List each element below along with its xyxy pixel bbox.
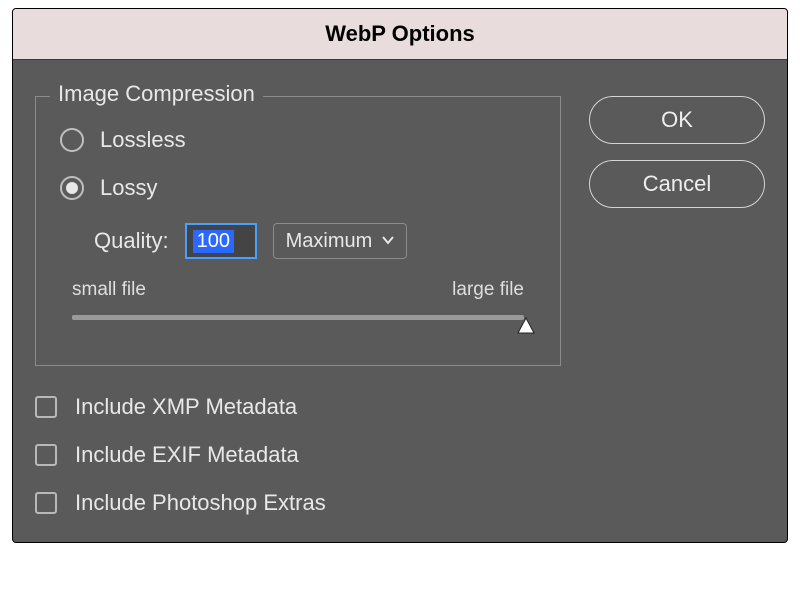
checkbox-xmp-box [35, 396, 57, 418]
radio-lossy-label: Lossy [100, 175, 157, 201]
quality-input[interactable]: 100 [185, 223, 257, 259]
checkbox-exif-label: Include EXIF Metadata [75, 442, 299, 468]
left-panel: Image Compression Lossless Lossy Quality… [35, 82, 561, 516]
checkbox-list: Include XMP Metadata Include EXIF Metada… [35, 394, 561, 516]
radio-lossy-indicator [60, 176, 84, 200]
ok-button[interactable]: OK [589, 96, 765, 144]
right-panel: OK Cancel [589, 82, 765, 516]
slider-track [72, 315, 524, 320]
checkbox-exif-box [35, 444, 57, 466]
checkbox-xmp-label: Include XMP Metadata [75, 394, 297, 420]
checkbox-exif[interactable]: Include EXIF Metadata [35, 442, 561, 468]
quality-value: 100 [193, 230, 234, 253]
slider-labels: small file large file [72, 279, 524, 301]
dialog-titlebar: WebP Options [13, 9, 787, 60]
dialog-content: Image Compression Lossless Lossy Quality… [13, 60, 787, 542]
radio-lossless-indicator [60, 128, 84, 152]
quality-row: Quality: 100 Maximum [94, 223, 536, 259]
checkbox-ps-extras-box [35, 492, 57, 514]
slider-large-label: large file [452, 279, 524, 301]
checkbox-xmp[interactable]: Include XMP Metadata [35, 394, 561, 420]
dialog-title: WebP Options [325, 21, 475, 46]
group-legend: Image Compression [50, 81, 263, 107]
cancel-button-label: Cancel [643, 171, 711, 197]
cancel-button[interactable]: Cancel [589, 160, 765, 208]
quality-slider[interactable] [72, 311, 524, 341]
radio-lossless-label: Lossless [100, 127, 186, 153]
radio-lossless[interactable]: Lossless [60, 127, 536, 153]
quality-preset-dropdown[interactable]: Maximum [273, 223, 408, 259]
checkbox-ps-extras[interactable]: Include Photoshop Extras [35, 490, 561, 516]
radio-lossy[interactable]: Lossy [60, 175, 536, 201]
quality-preset-label: Maximum [286, 230, 373, 253]
chevron-down-icon [382, 235, 394, 247]
ok-button-label: OK [661, 107, 693, 133]
image-compression-group: Image Compression Lossless Lossy Quality… [35, 96, 561, 366]
webp-options-dialog: WebP Options Image Compression Lossless … [12, 8, 788, 543]
quality-label: Quality: [94, 228, 169, 254]
slider-small-label: small file [72, 279, 146, 301]
checkbox-ps-extras-label: Include Photoshop Extras [75, 490, 326, 516]
